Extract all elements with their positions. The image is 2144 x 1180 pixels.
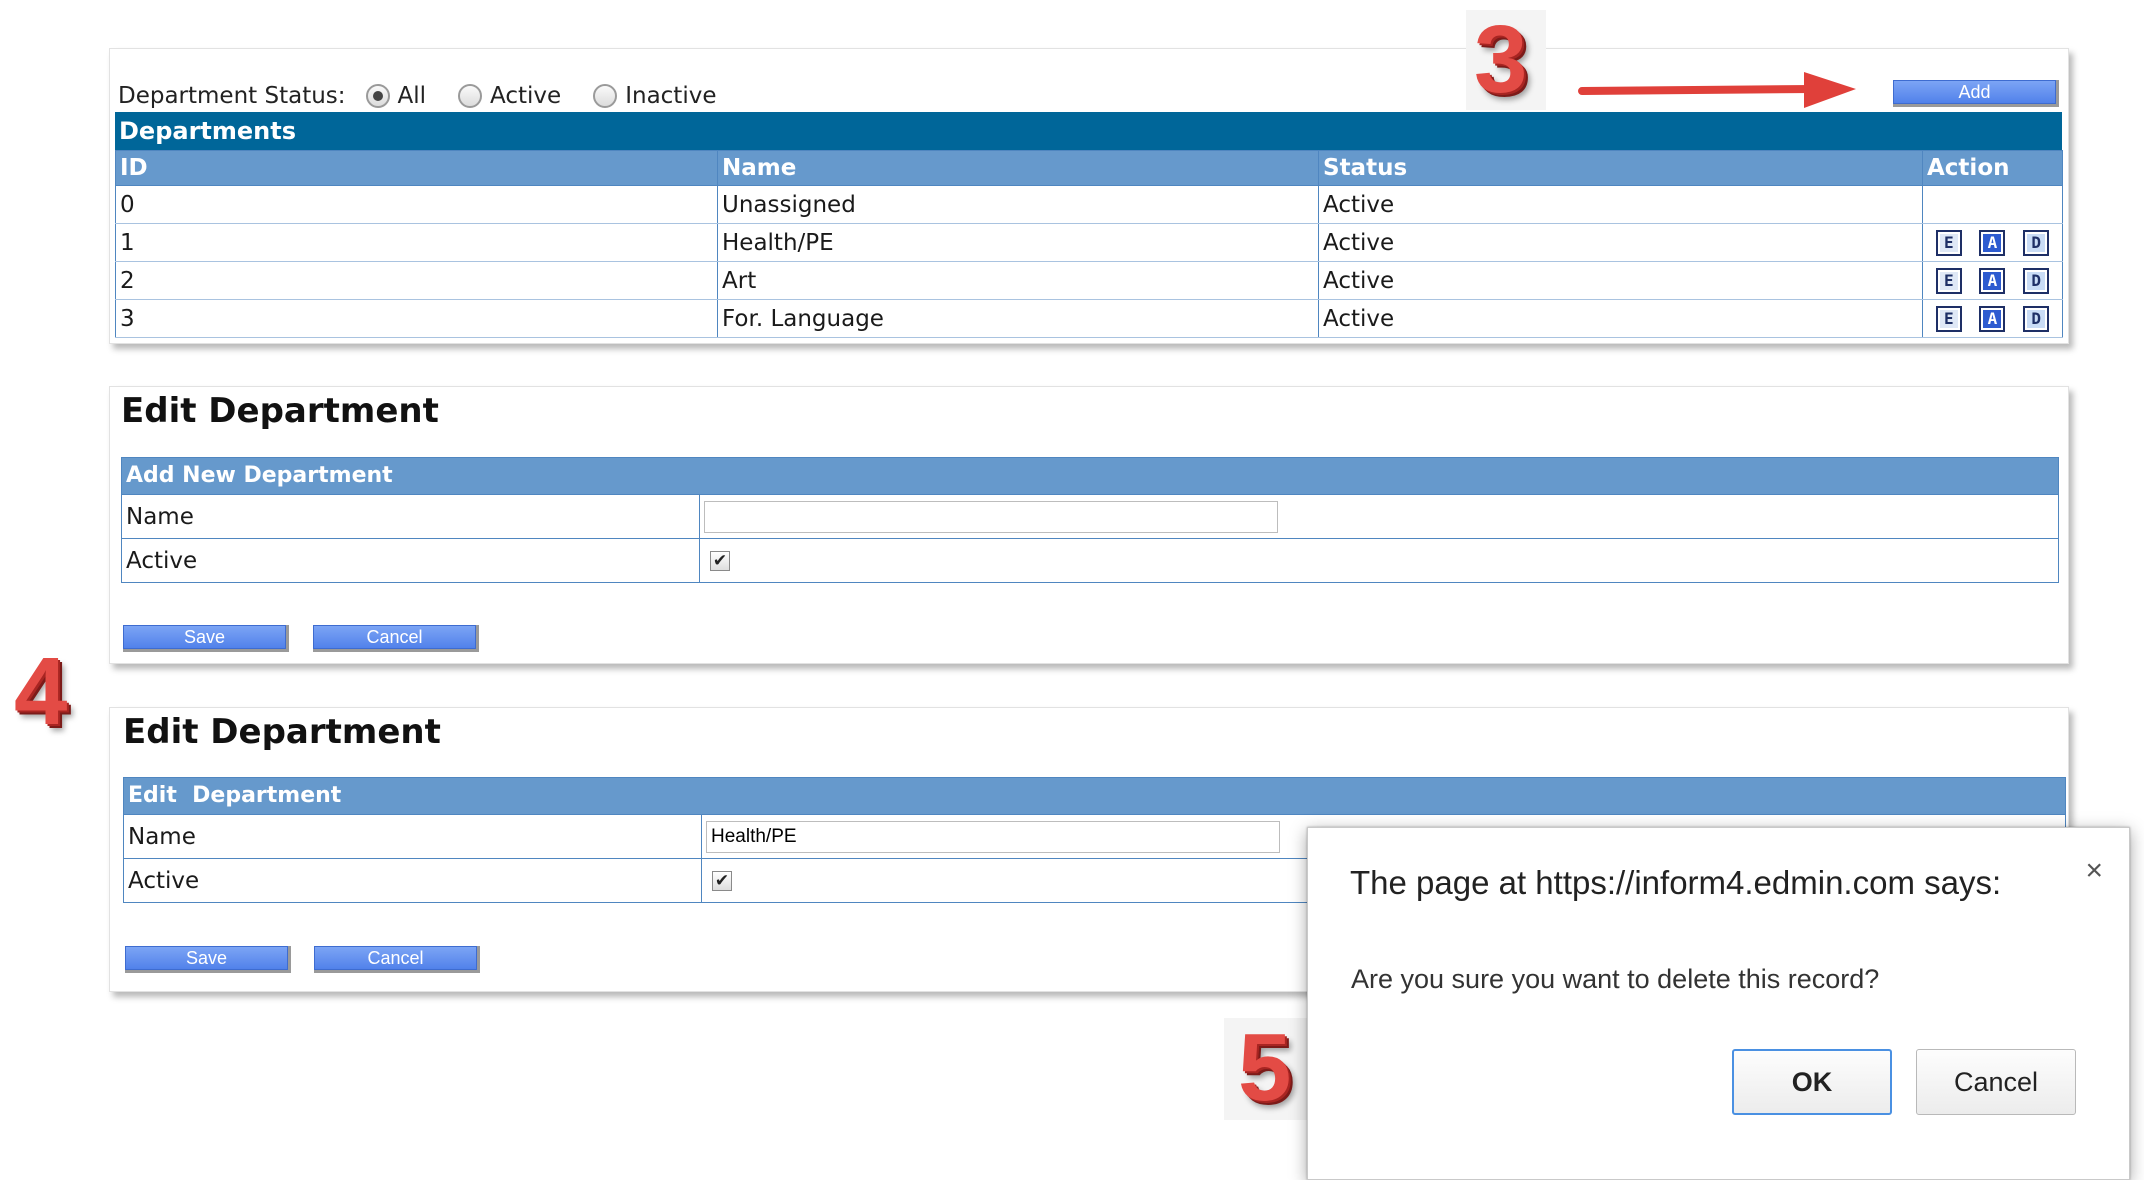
active-label: Active [122, 539, 700, 582]
cell-action: E A D [1922, 223, 2063, 262]
status-radio-all[interactable]: All [365, 83, 427, 109]
departments-table: ID Name Status Action 0 Unassigned Activ… [115, 150, 2063, 338]
delete-icon[interactable]: D [2023, 229, 2050, 256]
edit-icon[interactable]: E [1935, 305, 1962, 332]
activate-icon[interactable]: A [1979, 305, 2006, 332]
red-arrow-icon [1578, 72, 1856, 108]
cell-action: E A D [1922, 261, 2063, 300]
status-radio-active[interactable]: Active [458, 83, 561, 109]
radio-all-icon[interactable] [365, 84, 390, 108]
table-row: 0 Unassigned Active [115, 185, 2063, 224]
cell-name: Health/PE [717, 223, 1319, 262]
active-field-cell: ✔ [700, 539, 730, 582]
departments-grid: Departments ID Name Status Action 0 Unas… [115, 112, 2063, 338]
delete-icon[interactable]: D [2023, 305, 2050, 332]
delete-confirm-dialog: The page at https://inform4.edmin.com sa… [1307, 827, 2130, 1180]
table-row: 2 Art Active E A D [115, 261, 2063, 300]
column-header-action: Action [1922, 150, 2063, 186]
save-button[interactable]: Save [125, 946, 291, 973]
dialog-cancel-button[interactable]: Cancel [1916, 1049, 2076, 1115]
form-header: Edit Department [124, 778, 2065, 814]
save-button[interactable]: Save [123, 625, 289, 652]
radio-active-icon[interactable] [458, 84, 483, 108]
status-filter-label: Department Status: [118, 83, 346, 109]
step-5-number: 5 [1238, 1014, 1292, 1121]
add-department-button[interactable]: Add [1893, 80, 2059, 107]
cell-status: Active [1318, 223, 1923, 262]
cell-name: Unassigned [717, 185, 1319, 224]
department-status-filter: Department Status: All Active Inactive [118, 79, 716, 113]
cell-status: Active [1318, 261, 1923, 300]
active-row: Active ✔ [122, 538, 2058, 582]
delete-icon[interactable]: D [2023, 267, 2050, 294]
name-label: Name [124, 815, 702, 858]
close-icon[interactable]: × [2085, 854, 2103, 888]
activate-icon[interactable]: A [1979, 267, 2006, 294]
active-checkbox[interactable]: ✔ [712, 870, 732, 891]
column-header-id[interactable]: ID [115, 150, 718, 186]
name-input[interactable] [706, 820, 1280, 853]
dialog-title: The page at https://inform4.edmin.com sa… [1350, 864, 2002, 901]
cancel-button[interactable]: Cancel [313, 625, 479, 652]
radio-all-label: All [397, 83, 427, 109]
cell-action: E A D [1922, 299, 2063, 338]
name-field-cell [700, 495, 1278, 538]
form-header: Add New Department [122, 458, 2058, 494]
table-row: 3 For. Language Active E A D [115, 299, 2063, 338]
active-checkbox[interactable]: ✔ [710, 550, 730, 571]
active-field-cell: ✔ [702, 859, 732, 902]
edit-icon[interactable]: E [1935, 229, 1962, 256]
active-label: Active [124, 859, 702, 902]
name-input[interactable] [704, 500, 1278, 533]
step-3-number: 3 [1474, 6, 1528, 113]
panel-title: Edit Department [123, 712, 441, 752]
cell-id: 3 [115, 299, 718, 338]
ok-button[interactable]: OK [1732, 1049, 1892, 1115]
status-radio-inactive[interactable]: Inactive [593, 83, 716, 109]
cell-id: 0 [115, 185, 718, 224]
cell-id: 2 [115, 261, 718, 300]
step-4-number: 4 [14, 638, 68, 745]
panel-title: Edit Department [121, 391, 439, 431]
add-department-form: Add New Department Name Active ✔ [121, 457, 2059, 583]
column-header-status[interactable]: Status [1318, 150, 1923, 186]
dialog-message: Are you sure you want to delete this rec… [1351, 964, 1880, 994]
cell-name: Art [717, 261, 1319, 300]
radio-inactive-label: Inactive [625, 83, 717, 109]
table-row: 1 Health/PE Active E A D [115, 223, 2063, 262]
activate-icon[interactable]: A [1979, 229, 2006, 256]
cell-status: Active [1318, 299, 1923, 338]
departments-grid-title: Departments [115, 112, 2062, 150]
edit-icon[interactable]: E [1935, 267, 1962, 294]
cell-id: 1 [115, 223, 718, 262]
name-field-cell [702, 815, 1280, 858]
add-department-panel: Edit Department Add New Department Name … [109, 386, 2069, 664]
cell-status: Active [1318, 185, 1923, 224]
radio-active-label: Active [490, 83, 562, 109]
cell-name: For. Language [717, 299, 1319, 338]
radio-inactive-icon[interactable] [593, 84, 618, 108]
cancel-button[interactable]: Cancel [314, 946, 480, 973]
departments-header-row: ID Name Status Action [115, 150, 2063, 186]
cell-action [1922, 185, 2063, 224]
name-row: Name [122, 494, 2058, 538]
column-header-name[interactable]: Name [717, 150, 1319, 186]
name-label: Name [122, 495, 700, 538]
